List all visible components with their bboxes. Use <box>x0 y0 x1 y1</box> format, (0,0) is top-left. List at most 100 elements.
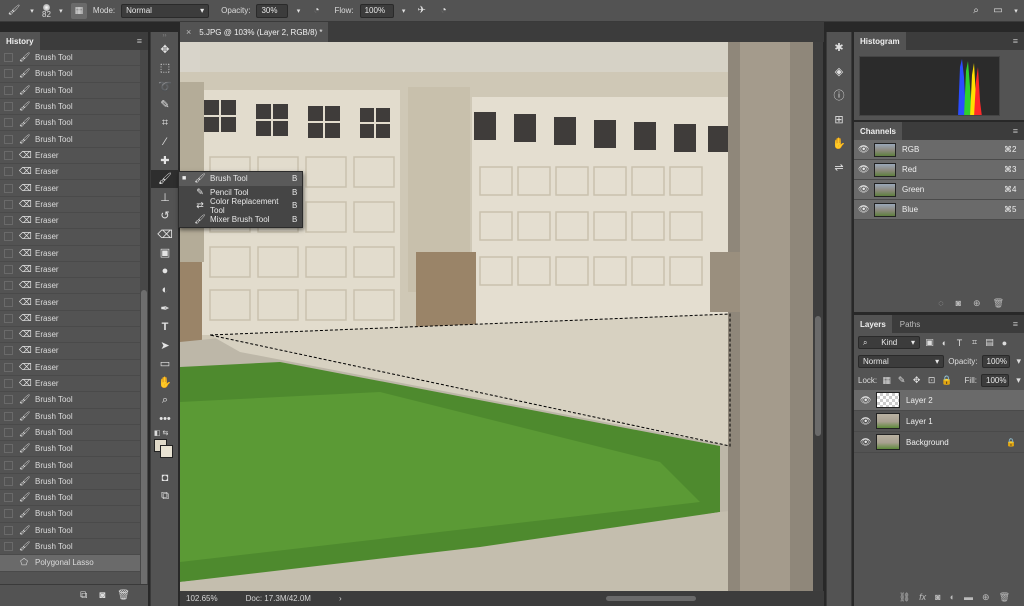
history-state-row[interactable]: ⌫ Eraser <box>0 148 140 165</box>
close-icon[interactable]: × <box>186 27 191 37</box>
channel-row[interactable]: 👁 Green ⌘4 <box>854 180 1024 200</box>
history-snapshot-checkbox[interactable] <box>4 216 13 226</box>
workspace-icon[interactable]: ▭ <box>990 3 1006 19</box>
type-tool-icon[interactable]: T <box>151 318 179 337</box>
dodge-tool-icon[interactable]: ◐ <box>151 281 179 300</box>
background-color-swatch[interactable] <box>160 444 173 458</box>
chevron-down-icon[interactable]: ▾ <box>1012 3 1020 19</box>
status-chevron-icon[interactable]: › <box>339 594 342 603</box>
history-snapshot-checkbox[interactable] <box>4 476 13 486</box>
channel-row[interactable]: 👁 RGB ⌘2 <box>854 140 1024 160</box>
flyout-menu-item[interactable]: ⇄ Color Replacement Tool B <box>179 197 302 215</box>
panel-menu-icon[interactable]: ≡ <box>1013 36 1018 46</box>
pressure-size-icon[interactable]: ◔ <box>436 3 452 19</box>
healing-brush-tool-icon[interactable]: ✚ <box>151 151 179 170</box>
history-state-row[interactable]: 🖌 Brush Tool <box>0 99 140 116</box>
history-snapshot-checkbox[interactable] <box>4 558 13 568</box>
visibility-eye-icon[interactable]: 👁 <box>858 184 869 195</box>
lock-all-icon[interactable]: 🔒 <box>941 375 952 386</box>
clone-stamp-tool-icon[interactable]: ⊥ <box>151 188 179 207</box>
new-group-icon[interactable]: ▬ <box>964 592 973 602</box>
lock-artboard-icon[interactable]: ⊡ <box>926 375 937 386</box>
paths-tab[interactable]: Paths <box>892 315 928 333</box>
history-snapshot-checkbox[interactable] <box>4 346 13 356</box>
visibility-eye-icon[interactable]: 👁 <box>860 395 871 406</box>
chevron-down-icon[interactable]: ▾ <box>57 3 65 19</box>
path-selection-tool-icon[interactable]: ➤ <box>151 336 179 355</box>
history-scrollbar[interactable] <box>140 50 148 606</box>
history-snapshot-checkbox[interactable] <box>4 460 13 470</box>
history-state-row[interactable]: 🖌 Brush Tool <box>0 457 140 474</box>
history-state-row[interactable]: 🖌 Brush Tool <box>0 539 140 556</box>
move-tool-icon[interactable]: ✥ <box>151 40 179 59</box>
histogram-tab[interactable]: Histogram <box>854 32 906 50</box>
history-state-row[interactable]: 🖌 Brush Tool <box>0 131 140 148</box>
blur-tool-icon[interactable]: ● <box>151 262 179 281</box>
history-state-row[interactable]: ⌫ Eraser <box>0 360 140 376</box>
history-state-row[interactable]: ⌫ Eraser <box>0 246 140 262</box>
history-snapshot-checkbox[interactable] <box>4 232 13 242</box>
history-snapshot-checkbox[interactable] <box>4 85 13 95</box>
brush-size-picker[interactable]: 82 <box>42 3 51 18</box>
filter-adjustment-icon[interactable]: ◐ <box>939 338 950 348</box>
history-snapshot-checkbox[interactable] <box>4 542 13 552</box>
history-snapshot-checkbox[interactable] <box>4 427 13 437</box>
adjustments-icon[interactable]: ✋ <box>830 134 848 152</box>
history-snapshot-checkbox[interactable] <box>4 509 13 519</box>
hand-tool-icon[interactable]: ✋ <box>151 373 179 392</box>
panel-grip[interactable]: ›› <box>151 32 178 40</box>
fill-field[interactable]: 100% <box>981 374 1009 387</box>
lock-image-icon[interactable]: ✎ <box>896 375 907 386</box>
chevron-down-icon[interactable]: ▾ <box>28 3 36 19</box>
history-state-row[interactable]: ⌫ Eraser <box>0 294 140 311</box>
default-colors-icon[interactable]: ◧ ⇆ <box>154 429 168 437</box>
history-snapshot-checkbox[interactable] <box>4 167 13 177</box>
history-state-row[interactable]: 🖌 Brush Tool <box>0 66 140 83</box>
flow-field[interactable]: 100% <box>359 3 394 18</box>
info-icon[interactable]: ⓘ <box>830 86 848 104</box>
document-canvas[interactable] <box>180 42 813 591</box>
history-state-row[interactable]: 🖌 Brush Tool <box>0 115 140 132</box>
rectangle-tool-icon[interactable]: ▭ <box>151 355 179 374</box>
history-state-row[interactable]: ⌫ Eraser <box>0 262 140 279</box>
history-state-row[interactable]: ⌫ Eraser <box>0 180 140 197</box>
layer-filter-kind-select[interactable]: ⌕ Kind ▾ <box>858 336 920 349</box>
history-snapshot-checkbox[interactable] <box>4 362 13 372</box>
visibility-eye-icon[interactable]: 👁 <box>858 204 869 215</box>
history-state-row[interactable]: ⌫ Eraser <box>0 229 140 246</box>
chevron-down-icon[interactable]: ▾ <box>294 3 302 19</box>
lock-position-icon[interactable]: ✥ <box>911 375 922 386</box>
pressure-opacity-icon[interactable]: ◔ <box>308 3 324 19</box>
new-layer-icon[interactable]: ⊕ <box>982 592 990 603</box>
history-state-row[interactable]: 🖌 Brush Tool <box>0 523 140 539</box>
history-snapshot-checkbox[interactable] <box>4 150 13 160</box>
add-mask-icon[interactable]: ◙ <box>935 592 940 602</box>
history-state-row[interactable]: 🖌 Brush Tool <box>0 506 140 523</box>
history-state-row[interactable]: ⌫ Eraser <box>0 343 140 360</box>
more-tools-icon[interactable]: ••• <box>151 410 179 429</box>
trash-icon[interactable]: 🗑 <box>993 298 1004 309</box>
layers-tab[interactable]: Layers <box>854 315 892 333</box>
scrollbar-thumb[interactable] <box>141 290 147 590</box>
channel-row[interactable]: 👁 Red ⌘3 <box>854 160 1024 180</box>
canvas-horizontal-scrollbar[interactable] <box>606 596 696 601</box>
chevron-down-icon[interactable]: ▾ <box>400 3 408 19</box>
layer-row[interactable]: 👁 Layer 1 <box>854 411 1024 432</box>
channel-row[interactable]: 👁 Blue ⌘5 <box>854 200 1024 220</box>
zoom-level[interactable]: 102.65% <box>186 594 218 603</box>
camera-snapshot-icon[interactable]: ◙ <box>99 590 105 601</box>
new-channel-icon[interactable]: ⊕ <box>973 298 981 309</box>
document-tab[interactable]: × 5.JPG @ 103% (Layer 2, RGB/8) * <box>180 22 328 42</box>
history-snapshot-checkbox[interactable] <box>4 69 13 79</box>
history-state-row[interactable]: 🖌 Brush Tool <box>0 474 140 491</box>
history-tab[interactable]: History <box>0 32 40 50</box>
history-snapshot-checkbox[interactable] <box>4 281 13 291</box>
history-snapshot-checkbox[interactable] <box>4 493 13 503</box>
filter-smart-object-icon[interactable]: ▤ <box>984 337 995 348</box>
trash-icon[interactable]: 🗑 <box>117 590 130 601</box>
eraser-tool-icon[interactable]: ⌫ <box>151 225 179 244</box>
color-panel-icon[interactable]: ◈ <box>830 62 848 80</box>
quick-mask-icon[interactable]: ◘ <box>151 469 179 488</box>
quick-selection-tool-icon[interactable]: ✎ <box>151 96 179 115</box>
save-selection-icon[interactable]: ◙ <box>956 298 961 308</box>
